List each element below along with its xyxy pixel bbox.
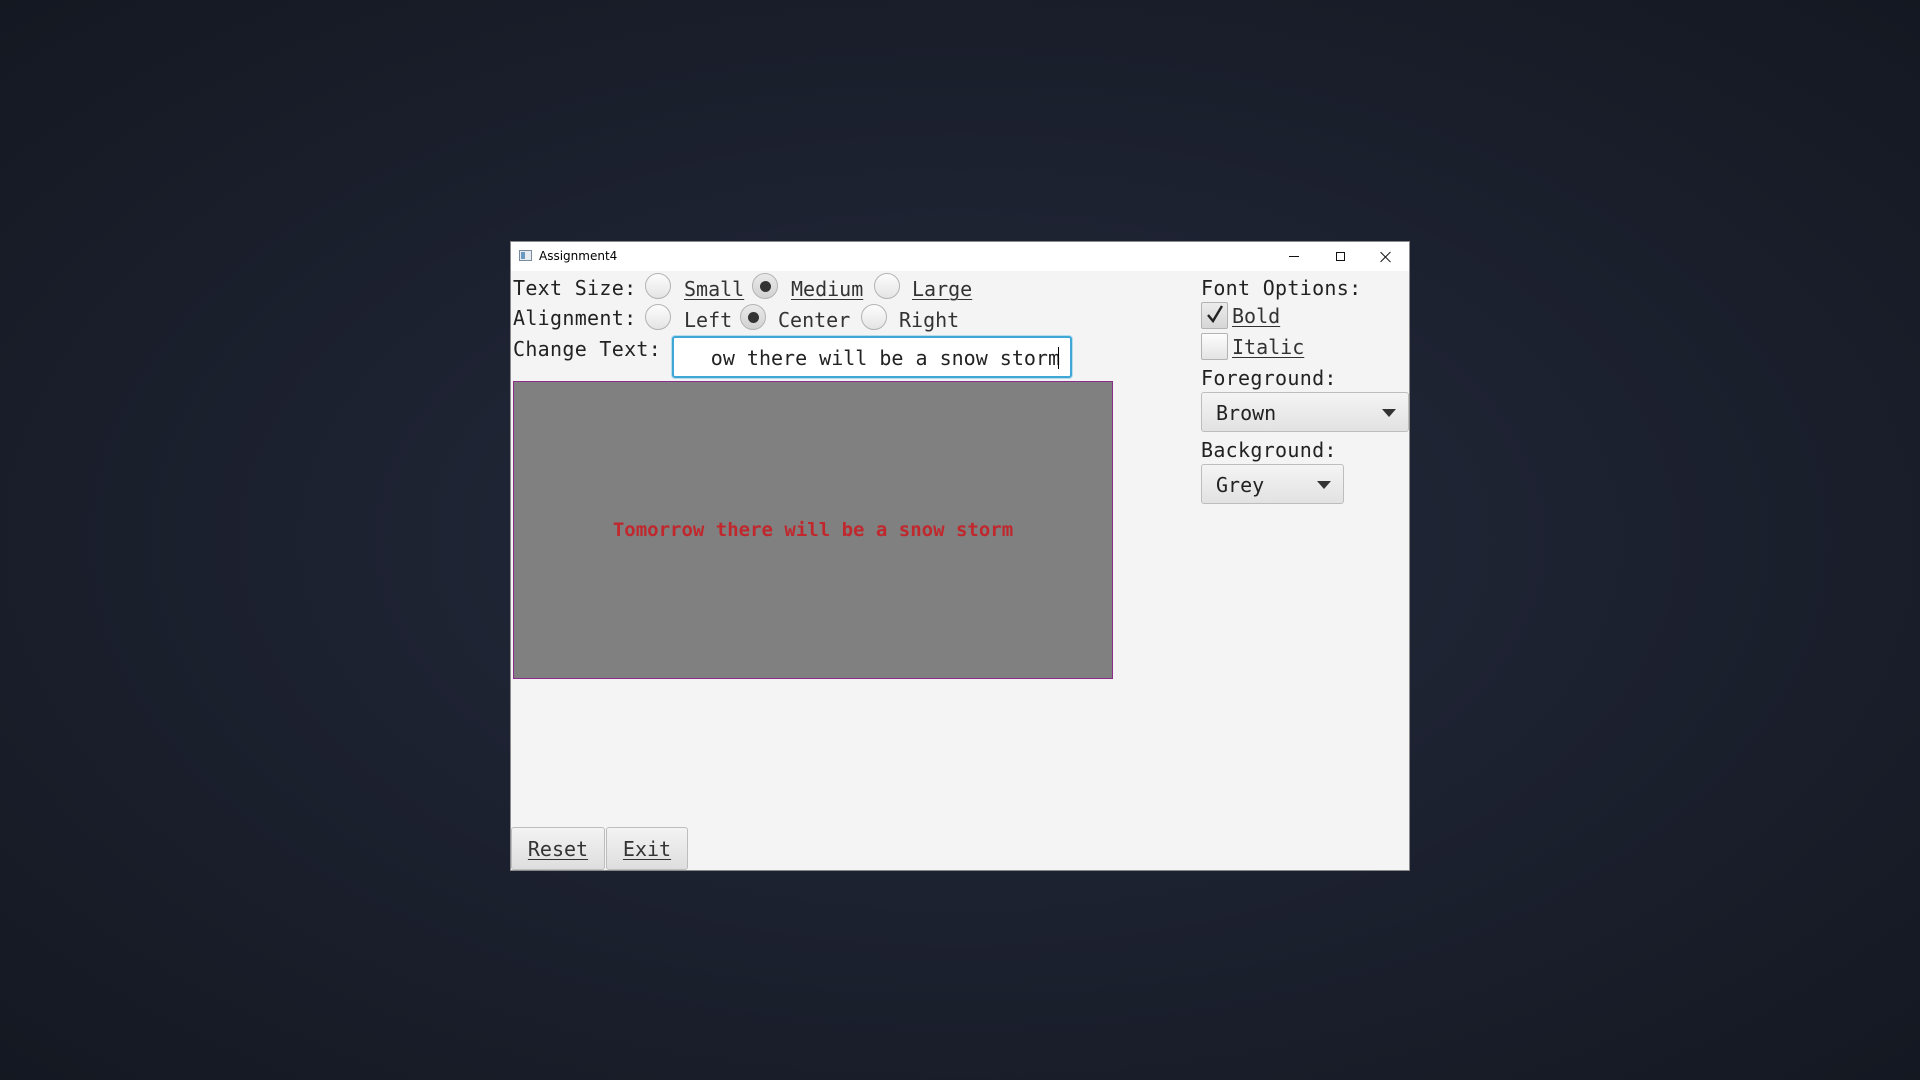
radio-small[interactable] [645,273,671,299]
check-icon [1207,305,1223,324]
radio-medium[interactable] [752,273,778,299]
reset-button-label: Reset [527,836,589,861]
exit-button-label: Exit [622,836,672,861]
radio-center-label[interactable]: Center [778,308,850,332]
italic-checkbox[interactable] [1201,333,1228,360]
italic-label[interactable]: Italic [1232,335,1304,359]
chevron-down-icon [1317,481,1331,489]
change-text-label: Change Text: [513,337,662,361]
radio-left-label[interactable]: Left [684,308,732,332]
change-text-value: ow there will be a snow storm [710,346,1060,370]
radio-large-label[interactable]: Large [912,277,972,301]
reset-button[interactable]: Reset [511,827,605,870]
radio-left-label-text: Left [684,308,733,332]
window-title: Assignment4 [539,249,618,263]
background-label: Background: [1201,438,1337,462]
radio-right-label-text: Right [899,308,960,332]
foreground-select[interactable]: Brown [1201,392,1409,432]
change-text-input[interactable]: ow there will be a snow storm [672,336,1072,378]
maximize-button[interactable] [1317,242,1363,271]
bold-checkbox[interactable] [1201,302,1228,329]
title-bar[interactable]: Assignment4 [511,242,1409,271]
font-options-label: Font Options: [1201,276,1362,300]
radio-small-label[interactable]: Small [684,277,744,301]
radio-medium-label[interactable]: Medium [791,277,863,301]
preview-text: Tomorrow there will be a snow storm [612,519,1014,541]
text-size-label: Text Size: [513,276,637,300]
close-icon [1380,251,1392,263]
radio-left[interactable] [645,304,671,330]
radio-large[interactable] [874,273,900,299]
radio-large-label-text: Large [912,277,973,301]
exit-button[interactable]: Exit [606,827,688,870]
foreground-select-value: Brown [1216,401,1277,425]
radio-medium-label-text: Medium [791,277,864,301]
text-caret [1058,347,1059,369]
app-window: Assignment4 Text Size: Small Medium Larg… [510,241,1410,871]
minimize-button[interactable] [1271,242,1317,271]
maximize-icon [1335,252,1345,261]
foreground-label: Foreground: [1201,366,1337,390]
background-select-value: Grey [1216,473,1265,497]
italic-label-text: Italic [1232,335,1305,359]
bold-label-text: Bold [1232,304,1281,328]
alignment-label: Alignment: [513,306,637,330]
radio-center-label-text: Center [778,308,851,332]
radio-center[interactable] [740,304,766,330]
radio-right-label[interactable]: Right [899,308,959,332]
radio-right[interactable] [861,304,887,330]
chevron-down-icon [1382,409,1396,417]
app-icon [519,250,532,261]
minimize-icon [1289,256,1299,257]
bold-label[interactable]: Bold [1232,304,1280,328]
background-select[interactable]: Grey [1201,464,1344,504]
preview-panel: Tomorrow there will be a snow storm [513,381,1113,679]
radio-small-label-text: Small [684,277,745,301]
close-button[interactable] [1363,242,1409,271]
